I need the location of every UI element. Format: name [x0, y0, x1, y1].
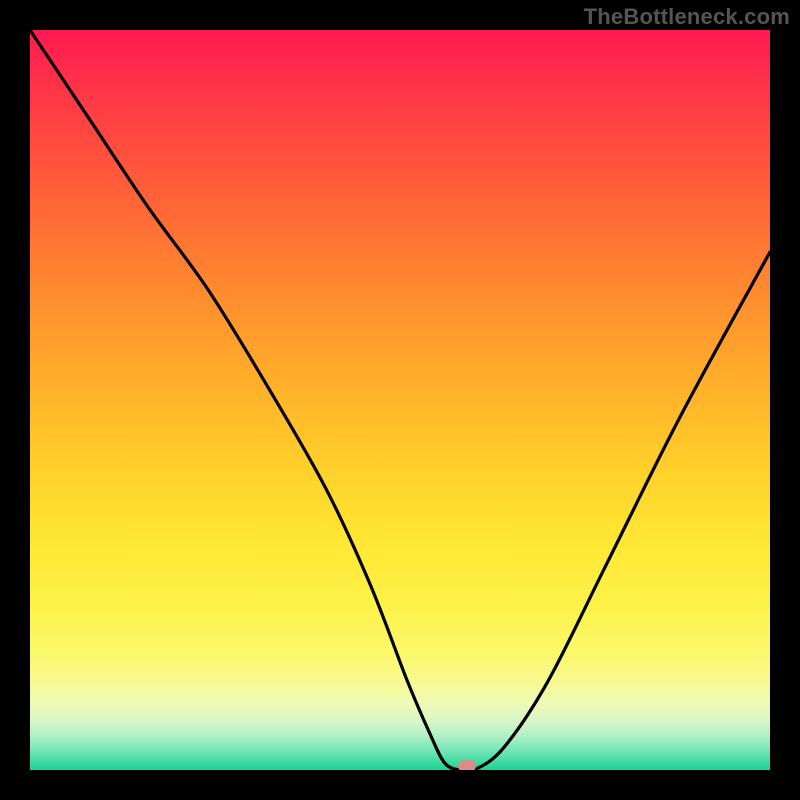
watermark-text: TheBottleneck.com [584, 4, 790, 30]
optimal-marker [458, 760, 476, 770]
bottleneck-curve-path [30, 30, 770, 770]
plot-area [30, 30, 770, 770]
bottleneck-chart: TheBottleneck.com [0, 0, 800, 800]
curve-layer [30, 30, 770, 770]
